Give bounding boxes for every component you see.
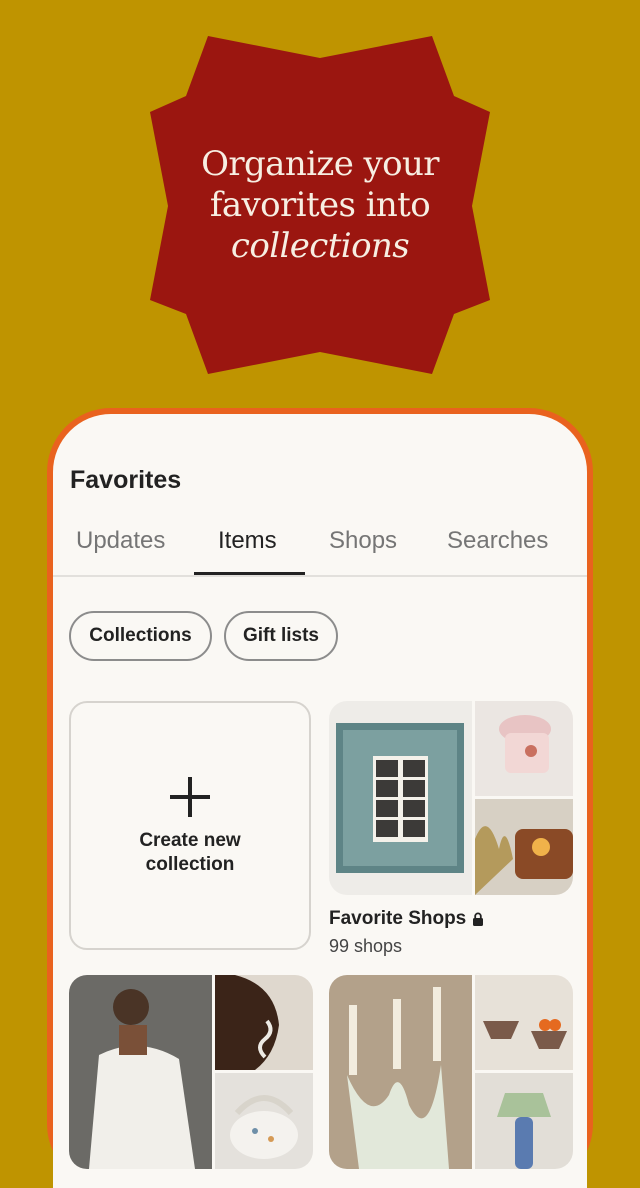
collection-card[interactable] (69, 975, 313, 1169)
headline-line-2: favorites into (209, 184, 431, 225)
candelabra-image (329, 975, 472, 1169)
create-collection-button[interactable]: Create new collection (69, 701, 311, 950)
headline-line-3: collections (230, 225, 410, 266)
collection-name[interactable]: Favorite Shops (329, 908, 484, 930)
collection-name-label: Favorite Shops (329, 908, 467, 929)
page-title: Favorites (70, 466, 182, 494)
collections-chip[interactable]: Collections (69, 611, 212, 661)
favorite-shops-collection[interactable] (329, 701, 573, 895)
pink-bag-image (475, 701, 573, 796)
collection-card[interactable] (329, 975, 573, 1169)
phone-frame: Favorites Updates Items Shops Searches C… (47, 408, 593, 1188)
create-collection-label: Create new collection (139, 829, 241, 875)
collection-count: 99 shops (329, 936, 403, 956)
handbag-image (215, 1073, 313, 1169)
headline-line-1: Organize your (201, 143, 439, 184)
tab-searches[interactable]: Searches (447, 527, 548, 555)
earring-portrait-image (215, 975, 313, 1070)
tab-updates[interactable]: Updates (76, 527, 165, 555)
gift-lists-chip[interactable]: Gift lists (224, 611, 338, 661)
headline: Organize your favorites into collections (150, 36, 490, 374)
fruit-bowls-image (475, 975, 573, 1070)
active-tab-indicator (194, 572, 305, 575)
tab-bar: Updates Items Shops Searches (53, 527, 587, 577)
promo-badge: Organize your favorites into collections (150, 36, 490, 374)
tab-items[interactable]: Items (218, 527, 277, 555)
candle-tray-image (475, 799, 573, 895)
framed-photo-image (329, 701, 472, 895)
tab-shops[interactable]: Shops (329, 527, 397, 555)
white-dress-image (69, 975, 212, 1169)
lock-icon (473, 912, 484, 926)
plus-icon (168, 775, 212, 819)
lamp-image (475, 1073, 573, 1169)
app-screen: Favorites Updates Items Shops Searches C… (53, 414, 587, 1188)
